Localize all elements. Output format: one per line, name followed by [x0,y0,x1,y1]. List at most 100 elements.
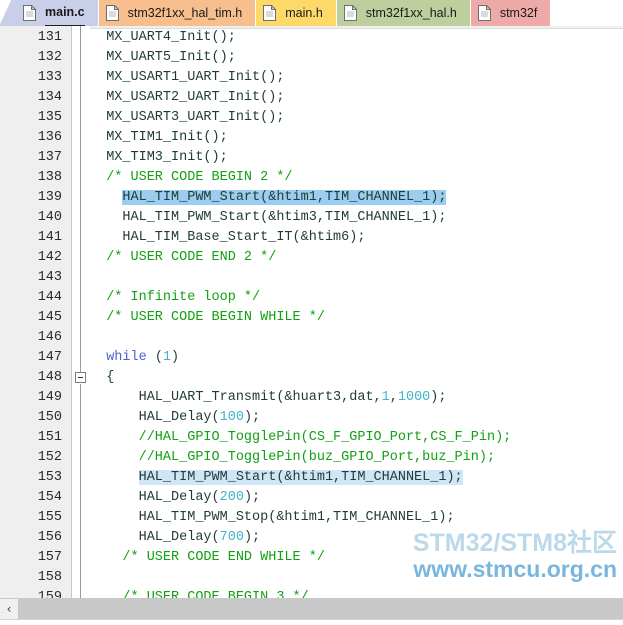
code-editor-window: main.c stm32f1xx_hal_tim.h main.h stm32f… [0,0,623,625]
code-line[interactable] [90,328,511,348]
code-line[interactable]: MX_UART5_Init(); [90,48,511,68]
line-number: 149 [37,390,62,405]
editor-tab-stm32f1xx-hal-h[interactable]: stm32f1xx_hal.h [336,0,471,26]
line-number: 136 [37,130,62,145]
line-number: 155 [37,510,62,525]
code-line-text: /* USER CODE BEGIN 3 */ [90,590,309,598]
line-number: 154 [37,490,62,505]
window-bottom-edge [0,619,623,625]
code-line[interactable]: MX_USART1_UART_Init(); [90,68,511,88]
scroll-left-arrow-icon[interactable]: ‹ [0,599,18,619]
code-line[interactable]: MX_TIM1_Init(); [90,128,511,148]
code-line-text: MX_TIM1_Init(); [90,130,228,145]
line-number: 138 [37,170,62,185]
code-line[interactable]: /* USER CODE END WHILE */ [90,548,511,568]
code-line[interactable]: HAL_Delay(100); [90,408,511,428]
code-line[interactable]: /* USER CODE BEGIN WHILE */ [90,308,511,328]
code-folding-column[interactable] [72,26,90,598]
selected-code-span: HAL_TIM_PWM_Start(&htim1,TIM_CHANNEL_1); [138,470,463,485]
code-line-text: HAL_TIM_Base_Start_IT(&htim6); [90,230,366,245]
file-icon [343,5,357,21]
code-line[interactable]: /* USER CODE BEGIN 3 */ [90,588,511,598]
scrollbar-thumb[interactable] [18,599,623,619]
code-line[interactable]: HAL_TIM_PWM_Start(&htim1,TIM_CHANNEL_1); [90,188,511,208]
line-number: 134 [37,90,62,105]
code-line-text: MX_UART5_Init(); [90,50,236,65]
code-text-area[interactable]: MX_UART4_Init(); MX_UART5_Init(); MX_USA… [90,26,623,598]
code-line[interactable]: while (1) [90,348,511,368]
code-line[interactable]: //HAL_GPIO_TogglePin(buz_GPIO_Port,buz_P… [90,448,511,468]
line-number: 132 [37,50,62,65]
code-line[interactable] [90,568,511,588]
code-line[interactable]: MX_USART2_UART_Init(); [90,88,511,108]
code-line[interactable]: HAL_TIM_PWM_Start(&htim3,TIM_CHANNEL_1); [90,208,511,228]
code-line-text: /* USER CODE END WHILE */ [90,550,325,565]
code-line[interactable]: MX_UART4_Init(); [90,28,511,48]
code-line-text: HAL_TIM_PWM_Stop(&htim1,TIM_CHANNEL_1); [90,510,455,525]
code-line[interactable]: MX_USART3_UART_Init(); [90,108,511,128]
code-line-text: MX_USART2_UART_Init(); [90,90,285,105]
line-number: 147 [37,350,62,365]
code-line[interactable]: HAL_Delay(700); [90,528,511,548]
line-number: 159 [37,590,62,598]
fold-collapse-icon[interactable] [75,372,86,383]
code-line[interactable] [90,268,511,288]
code-line-indent [90,470,139,485]
code-line[interactable]: HAL_UART_Transmit(&huart3,dat,1,1000); [90,388,511,408]
line-number: 152 [37,450,62,465]
line-number: 131 [37,30,62,45]
code-line[interactable]: HAL_TIM_Base_Start_IT(&htim6); [90,228,511,248]
code-line-text: HAL_Delay(200); [90,490,261,505]
code-line[interactable]: HAL_TIM_PWM_Start(&htim1,TIM_CHANNEL_1); [90,468,511,488]
code-line-text: //HAL_GPIO_TogglePin(buz_GPIO_Port,buz_P… [90,450,496,465]
line-number: 150 [37,410,62,425]
tab-bar-leading-edge [0,0,14,26]
code-line-text: HAL_Delay(700); [90,530,261,545]
code-line-text: while (1) [106,350,180,365]
code-line[interactable]: //HAL_GPIO_TogglePin(CS_F_GPIO_Port,CS_F… [90,428,512,448]
line-number: 135 [37,110,62,125]
editor-tab-label: main.h [285,6,323,20]
file-icon [263,5,277,21]
code-line[interactable]: /* USER CODE END 2 */ [90,248,511,268]
code-line-text: { [90,370,115,385]
code-line[interactable]: /* USER CODE BEGIN 2 */ [90,168,511,188]
code-line[interactable]: /* Infinite loop */ [90,288,511,308]
file-icon [23,5,36,21]
line-number: 144 [37,290,62,305]
code-editor-pane[interactable]: 131 132 133 134 135 136 137 138 139 140 141 142 143 1… [0,26,623,598]
editor-tab-main-h[interactable]: main.h [256,0,337,26]
file-icon [477,5,491,21]
code-line-text: //HAL_GPIO_TogglePin(CS_F_GPIO_Port,CS_F… [90,430,512,445]
code-line-text: HAL_Delay(100); [90,410,261,425]
editor-tab-stm32f[interactable]: stm32f [470,0,552,26]
code-line-text: /* USER CODE BEGIN WHILE */ [90,310,325,325]
line-number: 156 [37,530,62,545]
code-line-text: HAL_TIM_PWM_Start(&htim3,TIM_CHANNEL_1); [90,210,447,225]
scrollbar-track[interactable] [18,599,623,619]
code-line-text: MX_USART1_UART_Init(); [90,70,285,85]
line-number: 142 [37,250,62,265]
line-number: 148 [37,370,62,385]
code-line[interactable]: MX_TIM3_Init(); [90,148,511,168]
line-number: 143 [37,270,62,285]
line-number: 146 [37,330,62,345]
editor-tab-label: stm32f [499,6,538,20]
code-line-text: /* USER CODE BEGIN 2 */ [90,170,293,185]
editor-tab-main-c[interactable]: main.c [14,0,99,26]
code-line-text: /* USER CODE END 2 */ [90,250,277,265]
line-number: 158 [37,570,62,585]
line-number: 153 [37,470,62,485]
horizontal-scrollbar[interactable]: ‹ [0,598,623,619]
code-line[interactable]: HAL_Delay(200); [90,488,511,508]
editor-tab-label: stm32f1xx_hal_tim.h [127,6,243,20]
fold-range-line [80,384,81,598]
code-line-text: MX_TIM3_Init(); [90,150,228,165]
code-line[interactable]: { [90,368,511,388]
code-line[interactable]: HAL_TIM_PWM_Stop(&htim1,TIM_CHANNEL_1); [90,508,511,528]
editor-tab-stm32f1xx-hal-tim-h[interactable]: stm32f1xx_hal_tim.h [98,0,257,26]
code-line-text: MX_UART4_Init(); [90,30,236,45]
file-icon [105,5,119,21]
line-number: 133 [37,70,62,85]
line-number: 140 [37,210,62,225]
